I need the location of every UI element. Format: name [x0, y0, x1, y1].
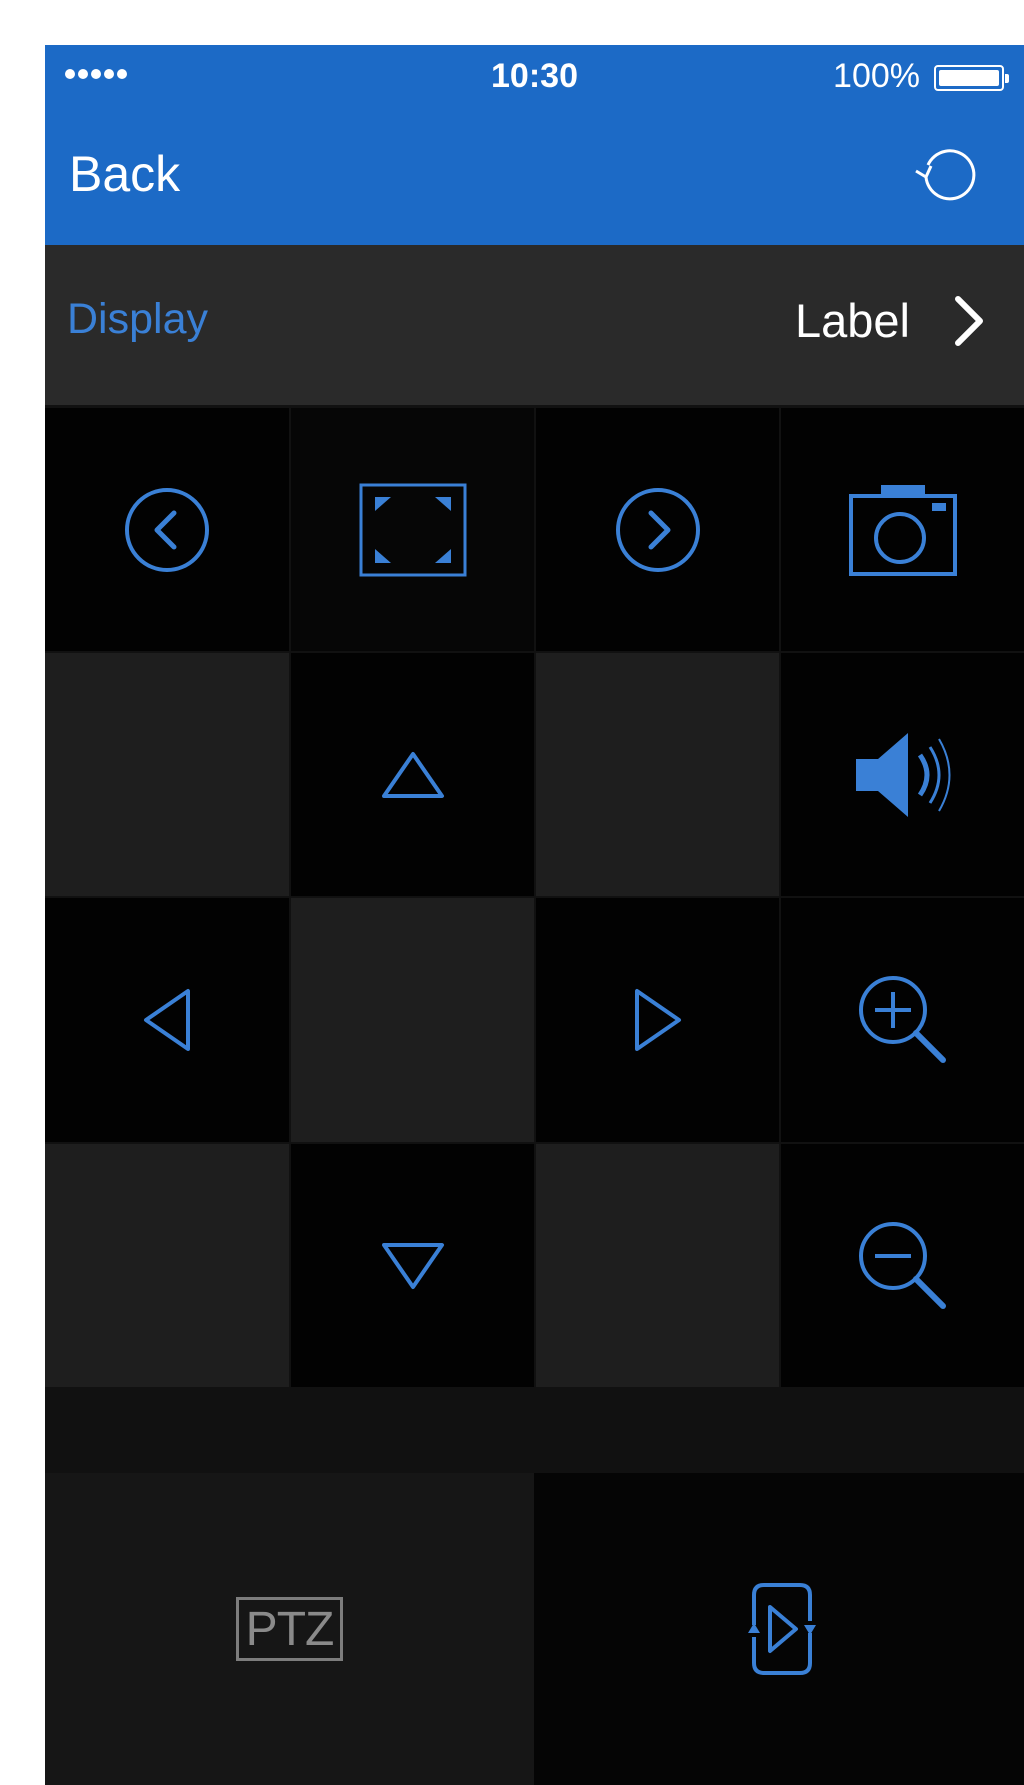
pan-right-button[interactable]: [536, 898, 779, 1142]
label-value: Label: [795, 294, 910, 347]
snapshot-button[interactable]: [781, 408, 1024, 651]
back-button[interactable]: Back: [69, 145, 180, 203]
next-circle-icon: [615, 487, 700, 572]
zoom-in-button[interactable]: [781, 898, 1024, 1142]
empty-cell: [536, 653, 779, 896]
battery-icon: [934, 65, 1009, 91]
ptz-button[interactable]: PTZ: [45, 1473, 534, 1785]
camera-icon: [848, 484, 957, 576]
fullscreen-button[interactable]: [291, 408, 534, 651]
playback-button[interactable]: [534, 1473, 1024, 1785]
navigation-bar: Back: [45, 105, 1024, 245]
arrow-up-icon: [381, 751, 444, 798]
pan-up-button[interactable]: [291, 653, 534, 896]
audio-button[interactable]: [781, 653, 1024, 896]
display-settings-row: Display Label: [45, 245, 1024, 408]
arrow-left-icon: [144, 989, 190, 1051]
previous-circle-icon: [125, 487, 209, 572]
phone-screen: 10:30 100% Back Display Label PTZ: [45, 45, 1024, 1785]
next-button[interactable]: [536, 408, 779, 651]
arrow-down-icon: [381, 1242, 444, 1289]
previous-button[interactable]: [45, 408, 289, 651]
fullscreen-icon: [359, 483, 466, 576]
empty-cell: [45, 1144, 289, 1387]
empty-cell: [45, 653, 289, 896]
pan-left-button[interactable]: [45, 898, 289, 1142]
status-bar: 10:30 100%: [45, 45, 1024, 105]
speaker-icon: [855, 732, 950, 817]
refresh-icon: [915, 149, 976, 201]
bottom-toolbar: PTZ: [45, 1473, 1024, 1785]
pan-down-button[interactable]: [291, 1144, 534, 1387]
battery-percentage: 100%: [833, 57, 920, 95]
display-label: Display: [67, 295, 208, 343]
empty-cell: [536, 1144, 779, 1387]
zoom-in-icon: [858, 976, 946, 1063]
label-selector[interactable]: Label: [795, 293, 984, 348]
zoom-out-icon: [858, 1221, 946, 1309]
control-grid: [45, 408, 1024, 1473]
empty-cell: [291, 898, 534, 1142]
chevron-right-icon: [955, 295, 983, 346]
playback-cycle-icon: [748, 1583, 816, 1675]
refresh-button[interactable]: [914, 139, 984, 209]
ptz-label: PTZ: [235, 1597, 344, 1661]
arrow-right-icon: [634, 989, 681, 1051]
zoom-out-button[interactable]: [781, 1144, 1024, 1387]
